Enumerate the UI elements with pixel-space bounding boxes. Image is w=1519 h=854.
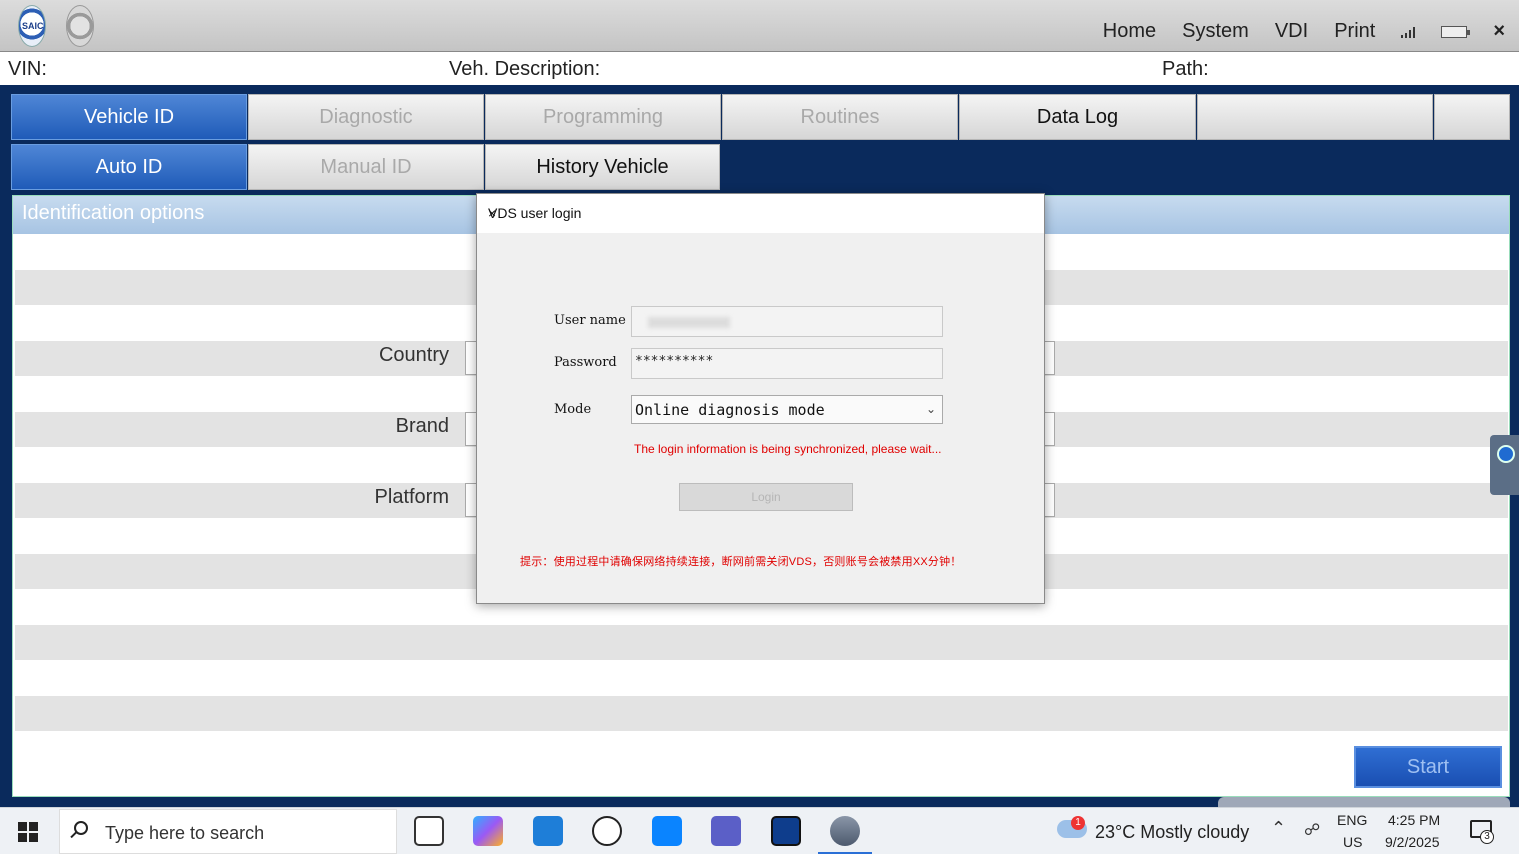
brand-label: Brand: [395, 415, 449, 437]
country-label: Country: [378, 344, 449, 366]
title-bar: SAIC Home System VDI Print ×: [0, 0, 1519, 52]
tab-empty-end: [1434, 94, 1510, 140]
window-edge-strip: [1218, 797, 1510, 807]
copilot-icon[interactable]: [473, 816, 503, 846]
password-label: Password: [554, 355, 617, 370]
windows-start-icon[interactable]: [18, 822, 38, 842]
chevron-up-icon[interactable]: ⌃: [1271, 818, 1286, 839]
tab-history-vehicle[interactable]: History Vehicle: [485, 144, 720, 190]
mg-logo-icon: [66, 5, 94, 47]
menu-print[interactable]: Print: [1334, 20, 1375, 43]
start-button[interactable]: Start: [1354, 746, 1502, 788]
tab-vehicle-id[interactable]: Vehicle ID: [11, 94, 247, 140]
tab-data-log[interactable]: Data Log: [959, 94, 1196, 140]
identification-options-title: Identification options: [22, 202, 205, 224]
login-button[interactable]: Login: [679, 483, 853, 511]
veh-description-label: Veh. Description:: [449, 58, 601, 80]
menu-home[interactable]: Home: [1103, 20, 1156, 43]
notification-icon[interactable]: 3: [1470, 820, 1494, 844]
platform-label: Platform: [374, 486, 449, 508]
language-top[interactable]: ENG: [1337, 812, 1367, 828]
weather-text[interactable]: 23°C Mostly cloudy: [1095, 822, 1249, 843]
dialog-title-bar: VDS user login ×: [477, 194, 1044, 233]
tab-programming[interactable]: Programming: [485, 94, 721, 140]
dialog-close-button[interactable]: ×: [488, 205, 1034, 221]
password-value: **********: [635, 354, 714, 369]
menu-vdi[interactable]: VDI: [1275, 20, 1308, 43]
network-icon[interactable]: ☍: [1304, 820, 1320, 840]
search-placeholder: Type here to search: [105, 823, 265, 843]
mode-value: Online diagnosis mode: [635, 401, 825, 419]
teamviewer-icon: [1497, 445, 1515, 463]
search-icon: [74, 821, 88, 835]
top-menu: Home System VDI Print ×: [1103, 20, 1505, 43]
remote-support-handle[interactable]: [1490, 435, 1519, 495]
dell-icon[interactable]: [592, 816, 622, 846]
tab-empty[interactable]: [1197, 94, 1433, 140]
tab-routines[interactable]: Routines: [722, 94, 958, 140]
signal-icon: [1401, 26, 1416, 38]
vin-label: VIN:: [8, 58, 47, 80]
teams-icon[interactable]: [711, 816, 741, 846]
path-label: Path:: [1162, 58, 1209, 80]
vds-app-icon[interactable]: [818, 816, 872, 854]
clock-date[interactable]: 9/2/2025: [1385, 834, 1440, 850]
clock-time[interactable]: 4:25 PM: [1388, 812, 1440, 828]
task-view-icon[interactable]: [414, 816, 444, 846]
battery-icon: [1441, 25, 1471, 38]
saic-logo-icon: SAIC: [18, 5, 46, 47]
taskbar-search[interactable]: Type here to search: [59, 809, 397, 854]
notification-count: 3: [1480, 830, 1494, 844]
menu-system[interactable]: System: [1182, 20, 1249, 43]
taskbar: Type here to search 1 23°C Mostly cloudy…: [0, 807, 1519, 854]
weather-badge: 1: [1071, 816, 1085, 830]
cortana-icon[interactable]: [652, 816, 682, 846]
tab-auto-id[interactable]: Auto ID: [11, 144, 247, 190]
mail-icon[interactable]: [533, 816, 563, 846]
network-warning-message: 提示：使用过程中请确保网络持续连接，断网前需关闭VDS，否则账号会被禁用XX分钟…: [520, 556, 962, 568]
password-input[interactable]: **********: [631, 348, 943, 379]
username-input[interactable]: [631, 306, 943, 337]
tab-manual-id[interactable]: Manual ID: [248, 144, 484, 190]
sync-status-message: The login information is being synchroni…: [634, 442, 942, 456]
teamviewer-taskbar-icon[interactable]: [771, 816, 801, 846]
mode-label: Mode: [554, 402, 592, 417]
tab-diagnostic[interactable]: Diagnostic: [248, 94, 484, 140]
mode-select[interactable]: Online diagnosis mode ⌄: [631, 395, 943, 424]
language-bottom[interactable]: US: [1343, 834, 1362, 850]
vehicle-info-bar: VIN: Veh. Description: Path:: [0, 52, 1519, 85]
close-app-button[interactable]: ×: [1493, 20, 1505, 43]
username-label: User name: [554, 313, 626, 328]
chevron-down-icon: ⌄: [925, 402, 936, 416]
username-redacted: [648, 317, 730, 328]
